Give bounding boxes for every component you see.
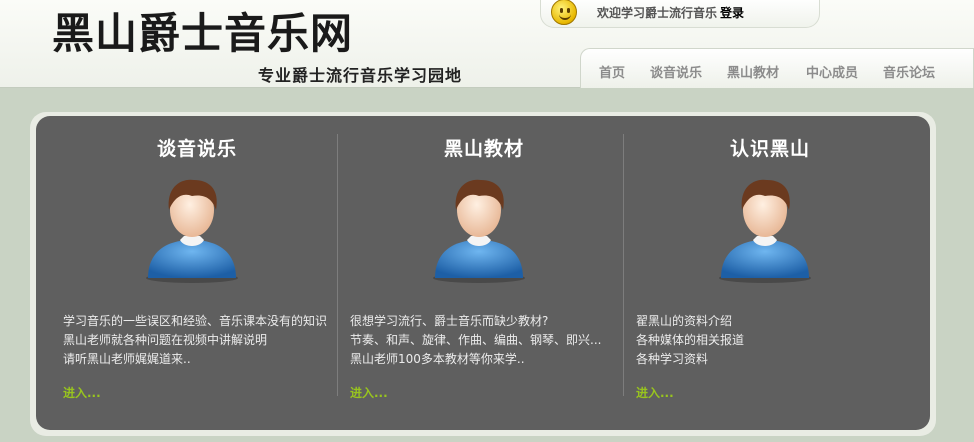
site-logo[interactable]: 黑山爵士音乐网 (52, 6, 353, 62)
enter-link[interactable]: 进入... (636, 384, 674, 401)
column-title: 认识黑山 (729, 138, 810, 160)
column-materials: 黑山教材 很想学习流行、爵士音乐而缺少教材? 节奏、和声、旋律、作曲、编曲、钢琴… (323, 116, 623, 430)
column-talk-music: 谈音说乐 学习音乐的一些误区和经验、音乐课本没有的知识 黑山老师就各种问题在视频… (36, 116, 336, 430)
nav-item-members[interactable]: 中心成员 (806, 62, 858, 81)
description-line: 节奏、和声、旋律、作曲、编曲、钢琴、即兴... (350, 333, 602, 347)
description-line: 黑山老师100多本教材等你来学.. (350, 352, 525, 366)
nav-item-home[interactable]: 首页 (599, 62, 625, 81)
nav-item-materials[interactable]: 黑山教材 (727, 62, 779, 81)
column-title: 黑山教材 (443, 138, 524, 160)
welcome-message: 欢迎学习爵士流行音乐 登录 (597, 4, 744, 21)
description-line: 各种学习资料 (636, 352, 709, 366)
welcome-box: 欢迎学习爵士流行音乐 登录 (540, 0, 820, 28)
content-panel: 谈音说乐 学习音乐的一些误区和经验、音乐课本没有的知识 黑山老师就各种问题在视频… (36, 116, 930, 430)
description-line: 学习音乐的一些误区和经验、音乐课本没有的知识 (63, 314, 328, 328)
column-title: 谈音说乐 (156, 138, 237, 160)
description-line: 各种媒体的相关报道 (636, 333, 745, 347)
description-line: 黑山老师就各种问题在视频中讲解说明 (63, 333, 268, 347)
enter-link[interactable]: 进入... (350, 384, 388, 401)
site-header: 黑山爵士音乐网 专业爵士流行音乐学习园地 欢迎学习爵士流行音乐 登录 首页 谈音说… (0, 0, 974, 88)
user-avatar-icon (719, 179, 811, 283)
main-nav: 首页 谈音说乐 黑山教材 中心成员 音乐论坛 (580, 48, 974, 88)
column-description: 学习音乐的一些误区和经验、音乐课本没有的知识 黑山老师就各种问题在视频中讲解说明… (63, 312, 333, 369)
welcome-text: 欢迎学习爵士流行音乐 (597, 6, 718, 20)
description-line: 很想学习流行、爵士音乐而缺少教材? (350, 314, 549, 328)
description-line: 翟黑山的资料介绍 (636, 314, 733, 328)
user-avatar-icon (146, 179, 238, 283)
smiley-face-icon (551, 0, 577, 25)
user-avatar-icon (433, 179, 525, 283)
column-description: 很想学习流行、爵士音乐而缺少教材? 节奏、和声、旋律、作曲、编曲、钢琴、即兴..… (350, 312, 620, 369)
site-slogan: 专业爵士流行音乐学习园地 (258, 66, 463, 85)
login-link[interactable]: 登录 (720, 6, 744, 20)
nav-item-talk-music[interactable]: 谈音说乐 (650, 62, 702, 81)
column-about: 认识黑山 翟黑山的资料介绍 各种媒体的相关报道 各种学习资料 进入... (609, 116, 909, 430)
enter-link[interactable]: 进入... (63, 384, 101, 401)
description-line: 请听黑山老师娓娓道来.. (63, 352, 191, 366)
nav-item-forum[interactable]: 音乐论坛 (883, 62, 935, 81)
column-description: 翟黑山的资料介绍 各种媒体的相关报道 各种学习资料 (636, 312, 906, 369)
